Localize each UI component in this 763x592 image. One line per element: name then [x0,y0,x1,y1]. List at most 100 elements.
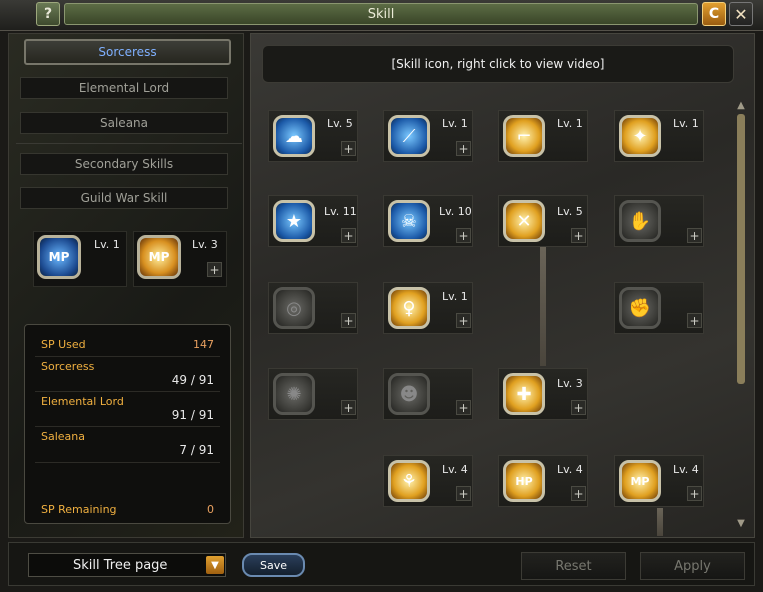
wind-icon[interactable]: ☁ [273,115,315,157]
boot-icon[interactable]: ⌐ [503,115,545,157]
sp-sorceress-value: 49 / 91 [171,373,214,387]
divider [35,391,220,392]
plus-icon[interactable]: + [456,313,471,328]
plus-icon[interactable]: + [456,486,471,501]
tree-connector [540,246,546,366]
skill-slot[interactable]: ★ Lv. 11 + [268,195,358,247]
skill-level: Lv. 1 [442,117,468,130]
plus-icon[interactable]: + [571,228,586,243]
phoenix-icon[interactable]: ✦ [619,115,661,157]
skill-level: Lv. 10 [439,205,472,218]
body-icon[interactable]: ✚ [503,373,545,415]
passive-skill-slot[interactable]: MP Lv. 3 + [133,231,227,287]
skill-slot[interactable]: MP Lv. 4 + [614,455,704,507]
plus-icon[interactable]: + [207,262,222,277]
tab-sorceress[interactable]: Sorceress [24,39,231,65]
cross-icon[interactable]: ✕ [503,200,545,242]
figure-icon[interactable]: ♀ [388,287,430,329]
scrollbar[interactable]: ▲ ▼ [734,100,748,530]
skull-icon[interactable]: ☠ [388,200,430,242]
mp-boost-icon[interactable]: MP [137,235,181,279]
sp-summary: SP Used 147 Sorceress 49 / 91 Elemental … [24,324,231,524]
scroll-up-icon[interactable]: ▲ [734,100,748,111]
locked-swirl-icon[interactable]: ◎ [273,287,315,329]
skill-slot[interactable]: ♀ Lv. 1 + [383,282,473,334]
close-button[interactable]: ✕ [729,2,753,26]
hp-icon[interactable]: HP [503,460,545,502]
save-button[interactable]: Save [242,553,305,577]
skill-slot[interactable]: ⟋ Lv. 1 + [383,110,473,162]
skill-level: Lv. 5 [327,117,353,130]
plus-icon[interactable]: + [571,486,586,501]
skill-slot[interactable]: ✚ Lv. 3 + [498,368,588,420]
divider [35,426,220,427]
plus-icon[interactable]: + [687,313,702,328]
skill-slot[interactable]: ☁ Lv. 5 + [268,110,358,162]
sp-saleana-value: 7 / 91 [179,443,214,457]
skill-slot[interactable]: ✋ + [614,195,704,247]
passive-skill-slot[interactable]: MP Lv. 1 [33,231,127,287]
plus-icon[interactable]: + [341,400,356,415]
skill-level: Lv. 1 [442,290,468,303]
sp-elemental-lord-value: 91 / 91 [171,408,214,422]
plus-icon[interactable]: + [687,486,702,501]
mp-up-icon[interactable]: MP [619,460,661,502]
skill-level: Lv. 4 [673,463,699,476]
reset-button[interactable]: Reset [521,552,626,580]
skill-level: Lv. 5 [557,205,583,218]
apply-button[interactable]: Apply [640,552,745,580]
skill-level: Lv. 3 [557,377,583,390]
chevron-down-icon[interactable]: ▼ [206,556,224,574]
skill-level: Lv. 3 [192,238,218,251]
scroll-thumb[interactable] [737,114,745,384]
skill-slot[interactable]: ⌐ Lv. 1 [498,110,588,162]
skill-slot[interactable]: ☠ Lv. 10 + [383,195,473,247]
skill-slot[interactable]: ✕ Lv. 5 + [498,195,588,247]
plus-icon[interactable]: + [456,141,471,156]
sp-saleana-label: Saleana [41,430,85,443]
locked-face-icon[interactable]: ☻ [388,373,430,415]
dance-icon[interactable]: ⚘ [388,460,430,502]
divider [35,462,220,463]
skill-slot[interactable]: ☻ + [383,368,473,420]
sp-elemental-lord-label: Elemental Lord [41,395,124,408]
staff-icon[interactable]: ⟋ [388,115,430,157]
plus-icon[interactable]: + [456,228,471,243]
divider [16,143,242,144]
plus-icon[interactable]: + [456,400,471,415]
skill-slot[interactable]: ◎ + [268,282,358,334]
mp-icon[interactable]: MP [37,235,81,279]
locked-fist-icon[interactable]: ✊ [619,287,661,329]
skill-slot[interactable]: ✺ + [268,368,358,420]
skill-level: Lv. 1 [673,117,699,130]
tab-elemental-lord[interactable]: Elemental Lord [20,77,228,99]
plus-icon[interactable]: + [687,228,702,243]
refresh-button[interactable]: C [702,2,726,26]
skill-slot[interactable]: HP Lv. 4 + [498,455,588,507]
plus-icon[interactable]: + [341,313,356,328]
locked-hand-icon[interactable]: ✋ [619,200,661,242]
sp-remaining-value: 0 [207,503,214,516]
tab-secondary-skills[interactable]: Secondary Skills [20,153,228,175]
plus-icon[interactable]: + [341,228,356,243]
plus-icon[interactable]: + [571,400,586,415]
star-icon[interactable]: ★ [273,200,315,242]
skill-slot[interactable]: ✊ + [614,282,704,334]
sp-used-label: SP Used [41,338,86,351]
skill-slot[interactable]: ⚘ Lv. 4 + [383,455,473,507]
plus-icon[interactable]: + [341,141,356,156]
locked-burst-icon[interactable]: ✺ [273,373,315,415]
skill-tree-page-select[interactable]: Skill Tree page [28,553,226,577]
help-button[interactable]: ? [36,2,60,26]
sp-sorceress-label: Sorceress [41,360,95,373]
sp-used-value: 147 [193,338,214,351]
tab-guild-war-skill[interactable]: Guild War Skill [20,187,228,209]
skill-slot[interactable]: ✦ Lv. 1 [614,110,704,162]
tree-connector [657,508,663,536]
skill-level: Lv. 4 [442,463,468,476]
sp-remaining-label: SP Remaining [41,503,117,516]
tab-saleana[interactable]: Saleana [20,112,228,134]
scroll-down-icon[interactable]: ▼ [734,518,748,529]
info-bar: [Skill icon, right click to view video] [262,45,734,83]
skill-level: Lv. 1 [557,117,583,130]
